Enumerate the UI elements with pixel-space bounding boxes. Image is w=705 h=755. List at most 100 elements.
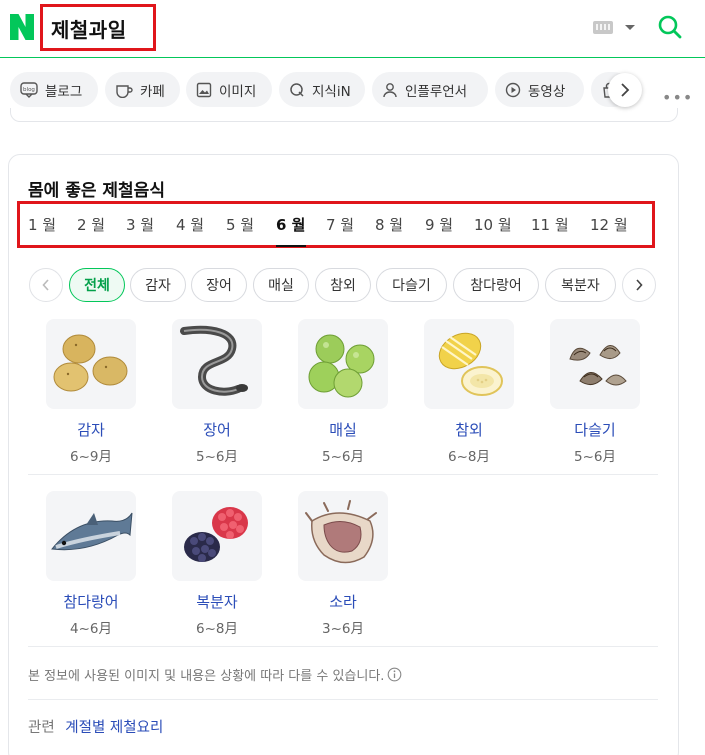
- chips-next-button[interactable]: [622, 268, 656, 302]
- chip-freshwater-snail[interactable]: 다슬기: [376, 268, 447, 302]
- selected-month-indicator: [276, 245, 306, 247]
- search-query-input[interactable]: 제철과일: [51, 14, 127, 43]
- eel-icon: [180, 325, 248, 396]
- conch-icon: [305, 500, 377, 564]
- search-header: 제철과일: [0, 0, 705, 58]
- tuna-image[interactable]: [46, 491, 136, 581]
- food-item-period: 4~6月: [70, 621, 112, 637]
- food-item-name[interactable]: 다슬기: [540, 419, 650, 440]
- food-item-green-plum[interactable]: 매실 5~6月: [288, 319, 398, 465]
- person-icon: [383, 82, 397, 97]
- month-tab-10[interactable]: 10 월: [474, 214, 512, 235]
- chevron-left-icon: [42, 279, 49, 291]
- chevron-down-icon[interactable]: [625, 25, 635, 30]
- month-tab-12[interactable]: 12 월: [590, 214, 628, 235]
- tab-label: 이미지: [219, 83, 257, 100]
- eel-image[interactable]: [172, 319, 262, 409]
- naver-logo-icon[interactable]: [10, 14, 34, 40]
- blog-icon: blog: [20, 81, 38, 98]
- food-item-period: 5~6月: [196, 449, 238, 465]
- chip-green-plum[interactable]: 매실: [253, 268, 309, 302]
- chip-eel[interactable]: 장어: [191, 268, 247, 302]
- related-link-seasonal-dishes[interactable]: 계절별 제철요리: [65, 720, 163, 736]
- related-label: 관련: [28, 720, 55, 736]
- chip-bluefin-tuna[interactable]: 참다랑어: [453, 268, 539, 302]
- chip-all[interactable]: 전체: [69, 268, 125, 302]
- previous-section-edge: [10, 108, 678, 122]
- korean-melon-image[interactable]: [424, 319, 514, 409]
- food-item-period: 5~6月: [322, 449, 364, 465]
- tab-label: 동영상: [528, 83, 566, 100]
- month-tab-6[interactable]: 6 월: [276, 214, 305, 235]
- food-item-name[interactable]: 장어: [162, 419, 272, 440]
- month-tab-1[interactable]: 1 월: [28, 214, 56, 235]
- green-plum-image[interactable]: [298, 319, 388, 409]
- month-tab-7[interactable]: 7 월: [326, 214, 354, 235]
- raspberry-image[interactable]: [172, 491, 262, 581]
- food-item-conch[interactable]: 소라 3~6月: [288, 491, 398, 637]
- food-item-potato[interactable]: 감자 6~9月: [36, 319, 146, 465]
- play-icon: [505, 82, 521, 97]
- food-item-name[interactable]: 감자: [36, 419, 146, 440]
- food-item-period: 6~8月: [196, 621, 238, 637]
- korean-melon-icon: [438, 332, 503, 396]
- tuna-icon: [51, 512, 133, 551]
- freshwater-snail-image[interactable]: [550, 319, 640, 409]
- kin-icon: [290, 82, 304, 97]
- search-icon[interactable]: [657, 14, 683, 40]
- food-item-name[interactable]: 매실: [288, 419, 398, 440]
- food-item-period: 5~6月: [574, 449, 616, 465]
- chips-prev-button[interactable]: [29, 268, 63, 302]
- tab-blog[interactable]: blog 블로그: [10, 72, 98, 107]
- month-tab-8[interactable]: 8 월: [375, 214, 403, 235]
- tab-label: 카페: [140, 83, 165, 100]
- food-item-bluefin-tuna[interactable]: 참다랑어 4~6月: [36, 491, 146, 637]
- food-item-name[interactable]: 소라: [288, 591, 398, 612]
- food-item-freshwater-snail[interactable]: 다슬기 5~6月: [540, 319, 650, 465]
- month-tab-11[interactable]: 11 월: [531, 214, 569, 235]
- raspberry-icon: [184, 507, 248, 562]
- more-options-icon[interactable]: •••: [662, 88, 693, 107]
- food-item-period: 6~8月: [448, 449, 490, 465]
- freshwater-snail-icon: [569, 345, 627, 386]
- related-links: 관련 계절별 제철요리: [28, 716, 163, 737]
- food-item-name[interactable]: 복분자: [162, 591, 272, 612]
- tab-video[interactable]: 동영상: [495, 72, 584, 107]
- food-item-korean-melon[interactable]: 참외 6~8月: [414, 319, 524, 465]
- chip-black-raspberry[interactable]: 복분자: [545, 268, 616, 302]
- tab-cafe[interactable]: 카페: [105, 72, 180, 107]
- month-tab-5[interactable]: 5 월: [226, 214, 254, 235]
- card-title: 몸에 좋은 제철음식: [28, 181, 165, 201]
- image-icon: [196, 82, 212, 97]
- tab-label: 블로그: [45, 83, 83, 100]
- conch-image[interactable]: [298, 491, 388, 581]
- keyboard-icon[interactable]: [593, 21, 613, 34]
- row-divider: [28, 646, 658, 647]
- food-item-eel[interactable]: 장어 5~6月: [162, 319, 272, 465]
- tab-kin[interactable]: 지식iN: [279, 72, 365, 107]
- month-tab-9[interactable]: 9 월: [425, 214, 453, 235]
- food-item-period: 3~6月: [322, 621, 364, 637]
- food-item-name[interactable]: 참외: [414, 419, 524, 440]
- info-icon[interactable]: [387, 667, 402, 682]
- tab-influencer[interactable]: 인플루언서: [372, 72, 488, 107]
- month-tab-4[interactable]: 4 월: [176, 214, 204, 235]
- potato-icon: [53, 334, 128, 392]
- month-tab-3[interactable]: 3 월: [126, 214, 154, 235]
- chevron-right-icon: [621, 83, 630, 97]
- chip-potato[interactable]: 감자: [130, 268, 186, 302]
- chip-korean-melon[interactable]: 참외: [315, 268, 371, 302]
- tab-label: 인플루언서: [405, 83, 468, 100]
- food-item-name[interactable]: 참다랑어: [36, 591, 146, 612]
- svg-text:blog: blog: [23, 87, 35, 93]
- section-divider: [28, 699, 658, 700]
- potato-image[interactable]: [46, 319, 136, 409]
- month-tab-2[interactable]: 2 월: [77, 214, 105, 235]
- food-item-black-raspberry[interactable]: 복분자 6~8月: [162, 491, 272, 637]
- tabs-next-button[interactable]: [608, 73, 642, 107]
- row-divider: [28, 474, 658, 475]
- food-item-period: 6~9月: [70, 449, 112, 465]
- chevron-right-icon: [636, 279, 643, 291]
- disclaimer-text: 본 정보에 사용된 이미지 및 내용은 상황에 따라 다를 수 있습니다.: [28, 669, 385, 684]
- tab-images[interactable]: 이미지: [186, 72, 272, 107]
